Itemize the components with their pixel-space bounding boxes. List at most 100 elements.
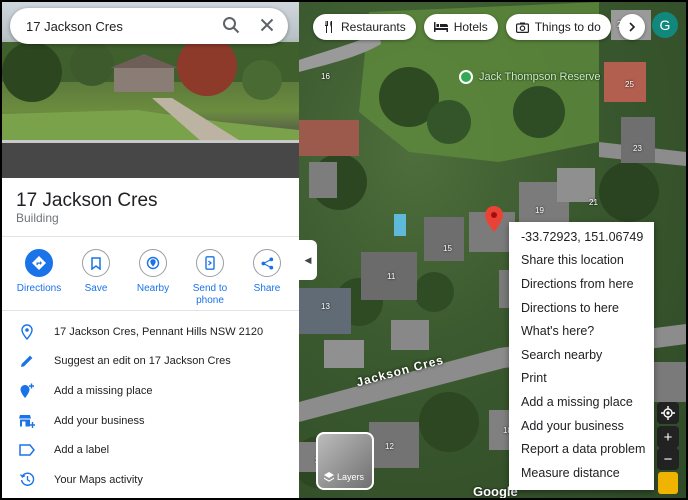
chevron-right-icon bbox=[629, 22, 635, 32]
nearby-circle bbox=[139, 249, 167, 277]
my-location-button[interactable] bbox=[657, 402, 679, 424]
nearby-button[interactable]: Nearby bbox=[126, 249, 180, 307]
collapse-panel-button[interactable]: ◀ bbox=[299, 240, 317, 280]
add-missing-place-row[interactable]: Add a missing place bbox=[2, 376, 299, 406]
context-item-measure-distance[interactable]: Measure distance bbox=[509, 461, 654, 485]
layers-label-wrap: Layers bbox=[324, 472, 364, 482]
directions-circle bbox=[25, 249, 53, 277]
fork-knife-icon bbox=[325, 21, 332, 33]
maps-activity-row[interactable]: Your Maps activity bbox=[2, 465, 299, 495]
share-button[interactable]: Share bbox=[240, 249, 294, 307]
storefront-icon bbox=[19, 414, 35, 428]
action-label: Nearby bbox=[136, 283, 170, 294]
save-circle bbox=[82, 249, 110, 277]
row-text: Add your business bbox=[54, 414, 145, 427]
house-number: 25 bbox=[625, 80, 634, 89]
context-item-add-missing-place[interactable]: Add a missing place bbox=[509, 390, 654, 414]
context-item-whats-here[interactable]: What's here? bbox=[509, 319, 654, 343]
add-business-row[interactable]: Add your business bbox=[2, 406, 299, 436]
send-circle bbox=[196, 249, 224, 277]
poi-label[interactable]: Jack Thompson Reserve bbox=[479, 71, 600, 83]
search-box[interactable] bbox=[10, 8, 288, 44]
bed-icon bbox=[433, 22, 448, 32]
close-icon bbox=[260, 18, 274, 32]
save-button[interactable]: Save bbox=[69, 249, 123, 307]
add-label-row[interactable]: Add a label bbox=[2, 435, 299, 465]
park-pin-icon[interactable] bbox=[459, 70, 473, 84]
layers-button[interactable]: Layers bbox=[316, 432, 374, 490]
place-panel: 17 Jackson Cres Building Directions bbox=[2, 2, 299, 498]
zoom-in-button[interactable]: + bbox=[657, 426, 679, 448]
row-text: 17 Jackson Cres, Pennant Hills NSW 2120 bbox=[54, 325, 264, 338]
action-label: Save bbox=[84, 283, 108, 294]
action-label: Directions bbox=[16, 283, 62, 294]
chips-next-button[interactable] bbox=[618, 14, 645, 40]
minus-icon: − bbox=[663, 450, 673, 468]
pegman-icon[interactable] bbox=[658, 472, 678, 494]
location-pin-icon bbox=[21, 324, 33, 340]
zoom-out-button[interactable]: − bbox=[657, 448, 679, 470]
house-number: 23 bbox=[633, 144, 642, 153]
place-title: 17 Jackson Cres bbox=[16, 190, 158, 211]
pencil-icon bbox=[21, 355, 33, 368]
action-label: Share bbox=[253, 283, 281, 294]
house-number: 12 bbox=[385, 442, 394, 451]
history-icon bbox=[19, 472, 34, 487]
context-item-directions-to[interactable]: Directions to here bbox=[509, 296, 654, 320]
directions-icon bbox=[32, 256, 46, 270]
chip-restaurants[interactable]: Restaurants bbox=[313, 14, 416, 40]
chip-label: Hotels bbox=[453, 20, 488, 34]
address-row[interactable]: 17 Jackson Cres, Pennant Hills NSW 2120 bbox=[2, 317, 299, 347]
chip-hotels[interactable]: Hotels bbox=[423, 14, 498, 40]
chip-things-to-do[interactable]: Things to do bbox=[505, 14, 611, 40]
house-number: 13 bbox=[321, 302, 330, 311]
dropped-pin-icon[interactable] bbox=[485, 206, 503, 232]
action-label: Send to phone bbox=[192, 283, 228, 306]
clear-search-button[interactable] bbox=[258, 16, 276, 39]
action-buttons: Directions Save Nearby Send to phone Sha… bbox=[12, 249, 294, 307]
context-coordinates[interactable]: -33.72923, 151.06749 bbox=[509, 225, 654, 249]
account-avatar[interactable]: G bbox=[652, 12, 678, 38]
context-item-print[interactable]: Print bbox=[509, 367, 654, 391]
bookmark-icon bbox=[91, 256, 101, 270]
house-number: 19 bbox=[535, 206, 544, 215]
row-text: Add a missing place bbox=[54, 384, 153, 397]
context-item-search-nearby[interactable]: Search nearby bbox=[509, 343, 654, 367]
context-item-add-business[interactable]: Add your business bbox=[509, 414, 654, 438]
camera-icon bbox=[515, 22, 529, 33]
caret-left-icon: ◀ bbox=[304, 254, 312, 265]
search-icon bbox=[223, 17, 240, 34]
label-icon bbox=[19, 444, 35, 456]
directions-button[interactable]: Directions bbox=[12, 249, 66, 307]
send-to-phone-button[interactable]: Send to phone bbox=[183, 249, 237, 307]
context-item-directions-from[interactable]: Directions from here bbox=[509, 272, 654, 296]
house-number: 21 bbox=[589, 198, 598, 207]
detail-rows: 17 Jackson Cres, Pennant Hills NSW 2120 … bbox=[2, 317, 299, 495]
search-input[interactable] bbox=[26, 18, 216, 34]
street-view-photo[interactable] bbox=[2, 2, 299, 178]
share-icon bbox=[261, 257, 273, 269]
category-chips: Restaurants Hotels Things to do bbox=[313, 14, 645, 40]
context-item-share-location[interactable]: Share this location bbox=[509, 249, 654, 273]
plus-icon: + bbox=[663, 428, 673, 446]
context-item-report-problem[interactable]: Report a data problem bbox=[509, 437, 654, 461]
satellite-map[interactable]: 16 25 23 17 15 19 21 11 13 12 18 20 27 J… bbox=[299, 2, 686, 498]
row-text: Your Maps activity bbox=[54, 473, 143, 486]
search-button[interactable] bbox=[222, 16, 240, 39]
crosshair-icon bbox=[661, 406, 675, 420]
house-number: 11 bbox=[387, 272, 396, 281]
divider bbox=[2, 310, 299, 311]
add-place-icon bbox=[20, 383, 34, 398]
suggest-edit-row[interactable]: Suggest an edit on 17 Jackson Cres bbox=[2, 347, 299, 377]
row-text: Suggest an edit on 17 Jackson Cres bbox=[54, 355, 231, 368]
row-text: Add a label bbox=[54, 444, 110, 457]
phone-icon bbox=[205, 256, 215, 270]
nearby-icon bbox=[146, 256, 160, 270]
layers-icon bbox=[324, 472, 334, 482]
place-category[interactable]: Building bbox=[16, 211, 59, 225]
house-number: 15 bbox=[443, 244, 452, 253]
maps-window: 16 25 23 17 15 19 21 11 13 12 18 20 27 J… bbox=[2, 2, 686, 498]
layers-label: Layers bbox=[337, 472, 365, 482]
share-circle bbox=[253, 249, 281, 277]
house-number: 16 bbox=[321, 72, 330, 81]
